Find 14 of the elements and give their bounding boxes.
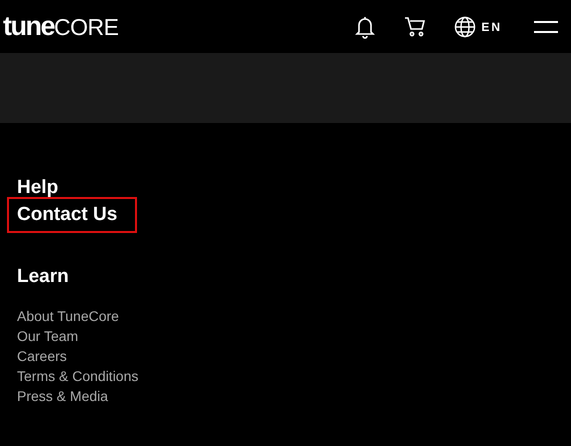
footer-link[interactable]: Press & Media [17,386,571,406]
cart-icon[interactable] [404,16,426,38]
footer-link[interactable]: Careers [17,346,571,366]
bell-icon[interactable] [354,14,376,38]
menu-icon[interactable] [534,18,558,34]
section-heading: Learn [17,267,70,287]
section-heading: Help [17,178,58,198]
footer-link[interactable]: Contact Us [9,199,136,231]
footer-link[interactable]: Our Team [17,326,571,346]
language-button[interactable]: EN [454,16,502,38]
footer-link[interactable]: About TuneCore [17,306,571,326]
footer-link[interactable]: Terms & Conditions [17,366,571,386]
globe-icon [454,16,476,38]
logo[interactable]: tuneCORE [3,13,118,40]
